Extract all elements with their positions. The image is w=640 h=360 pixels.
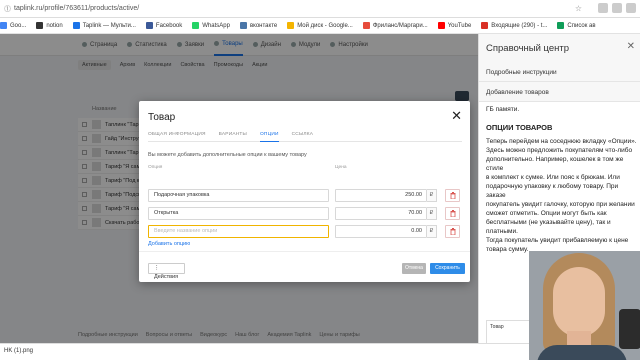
bookmark-favicon-icon xyxy=(72,22,80,29)
bookmark-favicon-icon xyxy=(362,22,370,29)
help-breadcrumb-instructions[interactable]: Подробные инструкции xyxy=(479,62,640,82)
option-price-input[interactable]: 250.00 xyxy=(335,189,427,202)
help-article: ГБ памяти. ОПЦИИ ТОВАРОВ Теперь перейдем… xyxy=(486,106,638,254)
product-modal: Товар ✕ ОБЩАЯ ИНФОРМАЦИЯ ВАРИАНТЫ ОПЦИИ ССЫ… xyxy=(139,101,470,282)
currency-label: ₽ xyxy=(427,189,437,202)
modal-tabs: ОБЩАЯ ИНФОРМАЦИЯ ВАРИАНТЫ ОПЦИИ ССЫЛКА xyxy=(148,132,462,142)
delete-option-button[interactable] xyxy=(445,225,460,238)
bookmark-label: Список ав xyxy=(567,22,596,29)
delete-option-button[interactable] xyxy=(445,189,460,202)
download-bar: HK (1).png xyxy=(0,343,529,360)
bookmark-favicon-icon xyxy=(481,22,489,29)
bookmark-favicon-icon xyxy=(192,22,200,29)
bookmark-label: Входящие (290) - t... xyxy=(491,22,548,29)
bookmark-item[interactable]: YouTube xyxy=(437,22,472,29)
webcam-person-face xyxy=(553,267,605,337)
bookmark-item[interactable]: Taplink — Мульти... xyxy=(72,22,136,29)
cancel-button[interactable]: Отмена xyxy=(402,263,426,274)
bookmark-favicon-icon xyxy=(437,22,445,29)
lock-icon: ⓵ xyxy=(4,5,11,13)
option-row: Подарочная упаковка 250.00 ₽ xyxy=(148,189,462,202)
extensions-area xyxy=(598,3,636,13)
currency-label: ₽ xyxy=(427,207,437,220)
modal-tab[interactable]: ОБЩАЯ ИНФОРМАЦИЯ xyxy=(148,132,206,142)
actions-label: Действия xyxy=(154,274,179,280)
modal-tab[interactable]: ОПЦИИ xyxy=(260,132,279,142)
microphone xyxy=(619,309,640,349)
bookmark-star-icon[interactable]: ☆ xyxy=(575,4,582,13)
option-row: Открытка 70.00 ₽ xyxy=(148,207,462,220)
bookmark-label: notion xyxy=(46,22,63,29)
help-close-icon[interactable]: ✕ xyxy=(627,41,635,52)
webcam-overlay xyxy=(529,251,640,360)
bookmark-favicon-icon xyxy=(287,22,295,29)
help-header: Справочный центр ✕ xyxy=(479,34,640,62)
help-breadcrumb-products[interactable]: Добавление товаров xyxy=(479,82,640,102)
bookmark-favicon-icon xyxy=(557,22,565,29)
help-preview-label: Товар xyxy=(490,324,504,330)
options-hint: Вы можете добавить дополнительные опции … xyxy=(148,152,307,158)
close-icon[interactable]: ✕ xyxy=(451,109,462,122)
help-body-text: Теперь перейдем на соседнюю вкладку «Опц… xyxy=(486,138,637,253)
bookmark-item[interactable]: Goo... xyxy=(0,22,26,29)
actions-button[interactable]: ⋮ Действия xyxy=(148,263,185,280)
bookmark-favicon-icon xyxy=(239,22,247,29)
bookmark-item[interactable]: Список ав xyxy=(557,22,596,29)
bookmark-item[interactable]: Мой диск - Google... xyxy=(287,22,353,29)
option-name-input[interactable]: Подарочная упаковка xyxy=(148,189,329,202)
bookmark-item[interactable]: Фриланс/Маргари... xyxy=(362,22,428,29)
bookmark-favicon-icon xyxy=(36,22,44,29)
bookmark-label: Goo... xyxy=(10,22,27,29)
help-title: Справочный центр xyxy=(486,43,570,54)
extension-icon[interactable] xyxy=(598,3,608,13)
col-option-header: Опция xyxy=(148,165,163,170)
modal-title: Товар xyxy=(148,112,176,123)
address-bar[interactable]: ⓵ taplink.ru/profile/763611/products/act… xyxy=(0,0,640,18)
bookmark-item[interactable]: Facebook xyxy=(145,22,183,29)
save-button[interactable]: Сохранить xyxy=(430,263,465,274)
modal-tab[interactable]: ССЫЛКА xyxy=(292,132,314,142)
bookmark-label: Facebook xyxy=(155,22,183,29)
col-price-header: Цена xyxy=(335,165,347,170)
option-row-new: Введите название опции 0.00 ₽ xyxy=(148,225,462,238)
bookmark-label: YouTube xyxy=(447,22,472,29)
bookmark-item[interactable]: notion xyxy=(36,22,63,29)
new-option-placeholder: Введите название опции xyxy=(154,228,218,234)
extension-icon[interactable] xyxy=(626,3,636,13)
modal-tab[interactable]: ВАРИАНТЫ xyxy=(219,132,247,142)
option-name-input[interactable]: Открытка xyxy=(148,207,329,220)
currency-label: ₽ xyxy=(427,225,437,238)
url-text[interactable]: taplink.ru/profile/763611/products/activ… xyxy=(14,5,139,12)
delete-option-button[interactable] xyxy=(445,207,460,220)
bookmark-favicon-icon xyxy=(0,22,7,29)
help-lead-text: ГБ памяти. xyxy=(486,106,520,113)
bookmark-item[interactable]: Входящие (290) - t... xyxy=(481,22,547,29)
extension-icon[interactable] xyxy=(612,3,622,13)
help-heading: ОПЦИИ ТОВАРОВ xyxy=(486,123,553,132)
new-option-price-input[interactable]: 0.00 xyxy=(335,225,427,238)
new-option-name-input[interactable]: Введите название опции xyxy=(148,225,329,238)
download-item[interactable]: HK (1).png xyxy=(4,348,33,354)
bookmarks-bar: Goo... notion Taplink — Мульти... Facebook W… xyxy=(0,18,640,34)
modal-footer: ⋮ Действия Отмена Сохранить xyxy=(139,251,470,282)
bookmark-favicon-icon xyxy=(145,22,153,29)
add-option-link[interactable]: Добавить опцию xyxy=(148,241,190,247)
bookmark-label: Taplink — Мульти... xyxy=(82,22,136,29)
bookmark-label: WhatsApp xyxy=(202,22,230,29)
bookmark-item[interactable]: WhatsApp xyxy=(192,22,230,29)
webcam-person-shirt xyxy=(537,345,627,360)
bookmark-label: Фриланс/Маргари... xyxy=(372,22,428,29)
bookmark-item[interactable]: вконтакте xyxy=(239,22,278,29)
bookmark-label: вконтакте xyxy=(249,22,278,29)
option-price-input[interactable]: 70.00 xyxy=(335,207,427,220)
bookmark-label: Мой диск - Google... xyxy=(297,22,353,29)
